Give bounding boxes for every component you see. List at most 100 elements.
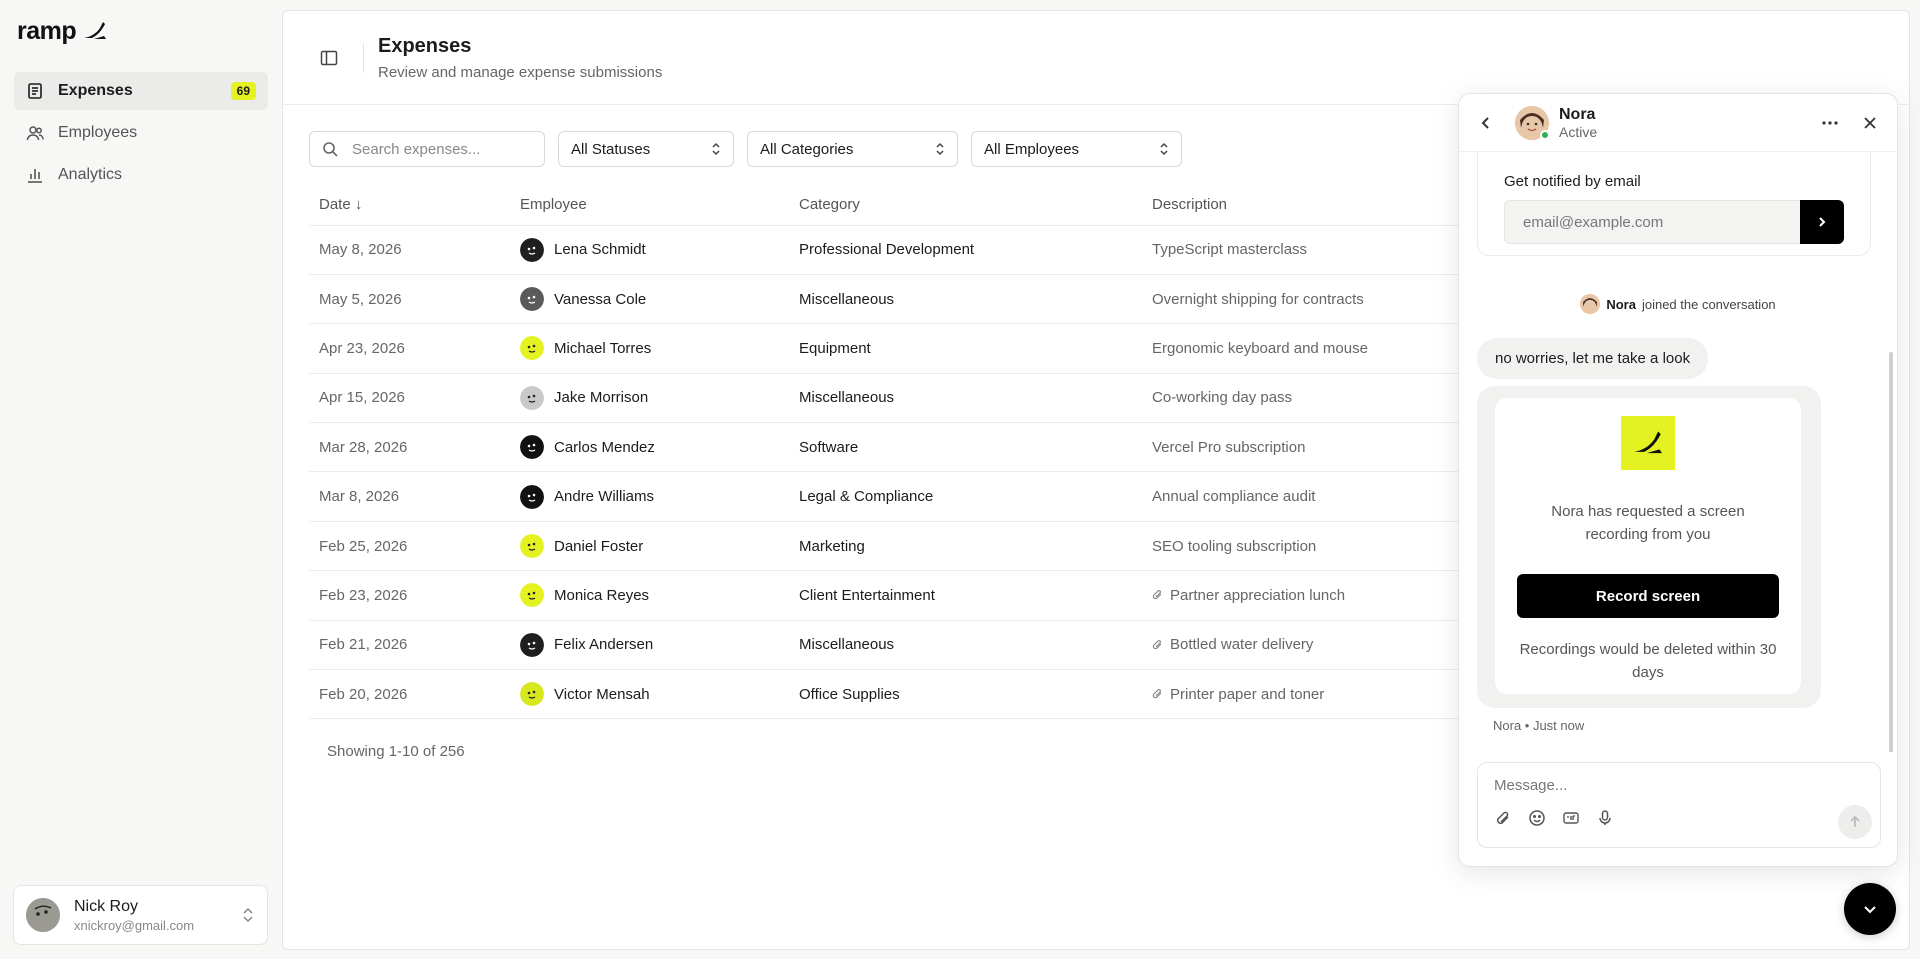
description-text: Vercel Pro subscription — [1152, 438, 1306, 456]
agent-message: no worries, let me take a look — [1477, 338, 1709, 379]
employee-filter-select[interactable]: All Employees — [971, 131, 1182, 167]
users-icon — [26, 126, 44, 141]
search-icon — [323, 142, 338, 157]
agent-avatar — [1515, 105, 1550, 140]
expenses-count-badge: 69 — [230, 82, 256, 100]
search-field[interactable] — [309, 131, 545, 167]
avatar — [520, 385, 544, 410]
cell-date: Feb 25, 2026 — [309, 521, 510, 572]
email-submit-button[interactable] — [1800, 200, 1844, 244]
receipt-icon — [28, 83, 42, 99]
sidebar-item-employees[interactable]: Employees — [14, 114, 268, 152]
sidebar-item-analytics[interactable]: Analytics — [14, 156, 268, 194]
status-filter-select[interactable]: All Statuses — [558, 131, 734, 167]
category-filter-select[interactable]: All Categories — [747, 131, 958, 167]
page-header: Expenses Review and manage expense submi… — [283, 11, 1909, 105]
employee-name: Monica Reyes — [554, 586, 650, 604]
attachment-icon — [1152, 639, 1162, 649]
user-info: Nick Roy xnickroy@gmail.com — [74, 898, 241, 933]
column-header-date[interactable]: Date ↓ — [309, 185, 510, 226]
emoji-icon[interactable] — [1528, 809, 1546, 827]
cell-category: Legal & Compliance — [789, 471, 1142, 522]
sidebar-item-expenses[interactable]: Expenses 69 — [14, 72, 268, 110]
screen-recording-card: Nora has requested a screen recording fr… — [1495, 398, 1801, 694]
description-text: Co-working day pass — [1152, 389, 1293, 407]
cell-date: Feb 23, 2026 — [309, 570, 510, 621]
cell-employee: Daniel Foster — [510, 521, 789, 572]
cell-date: May 5, 2026 — [309, 274, 510, 325]
search-input[interactable] — [352, 140, 522, 158]
cell-category: Office Supplies — [789, 669, 1142, 720]
avatar — [26, 898, 60, 932]
description-text: Annual compliance audit — [1152, 488, 1316, 506]
chat-scrollbar[interactable] — [1889, 352, 1893, 752]
more-options-icon[interactable] — [1821, 114, 1839, 132]
employee-name: Lena Schmidt — [554, 241, 646, 259]
cell-category: Equipment — [789, 323, 1142, 374]
cell-date: Feb 21, 2026 — [309, 620, 510, 671]
attachment-icon — [1152, 689, 1162, 699]
ramp-logo-icon — [1621, 416, 1675, 470]
column-header-employee: Employee — [510, 185, 789, 226]
online-status-dot — [1540, 129, 1550, 140]
employee-filter-value: All Employees — [984, 140, 1080, 158]
record-screen-button[interactable]: Record screen — [1517, 574, 1779, 618]
cell-date: Feb 20, 2026 — [309, 669, 510, 720]
email-field[interactable] — [1504, 200, 1800, 244]
employee-name: Felix Andersen — [554, 636, 654, 654]
chat-messages[interactable]: Get notified by email Nora joined the co… — [1459, 152, 1897, 752]
send-button[interactable] — [1838, 805, 1872, 839]
employee-name: Vanessa Cole — [554, 290, 647, 308]
email-notify-title: Get notified by email — [1504, 173, 1641, 190]
paperclip-icon[interactable] — [1494, 809, 1512, 827]
brand-name: ramp — [17, 16, 77, 45]
page-subtitle: Review and manage expense submissions — [378, 63, 663, 81]
employee-name: Andre Williams — [554, 488, 655, 506]
avatar — [520, 632, 544, 657]
chevron-down-icon — [1864, 906, 1876, 914]
microphone-icon[interactable] — [1596, 809, 1614, 827]
description-text: Overnight shipping for contracts — [1152, 290, 1364, 308]
sidebar-nav: Expenses 69 Employees Analytics — [14, 72, 268, 194]
cell-date: May 8, 2026 — [309, 225, 510, 275]
description-text: SEO tooling subscription — [1152, 537, 1317, 555]
user-email: xnickroy@gmail.com — [74, 917, 195, 933]
status-filter-value: All Statuses — [571, 140, 651, 158]
cell-category: Professional Development — [789, 225, 1142, 275]
employee-name: Carlos Mendez — [554, 438, 655, 456]
attachment-icon — [1152, 590, 1162, 600]
employee-name: Michael Torres — [554, 339, 652, 357]
chat-launcher-button[interactable] — [1844, 883, 1896, 935]
cell-employee: Michael Torres — [510, 323, 789, 374]
description-text: Bottled water delivery — [1170, 636, 1314, 654]
cell-date: Apr 15, 2026 — [309, 373, 510, 424]
description-text: Printer paper and toner — [1170, 685, 1325, 703]
cell-date: Mar 28, 2026 — [309, 422, 510, 473]
user-menu[interactable]: Nick Roy xnickroy@gmail.com — [13, 885, 268, 945]
sidebar-item-label: Analytics — [58, 166, 123, 183]
avatar — [520, 682, 544, 707]
avatar — [520, 435, 544, 460]
avatar — [520, 237, 544, 262]
gif-icon[interactable] — [1562, 809, 1580, 827]
chevron-up-down-icon — [243, 907, 253, 923]
join-notice-name: Nora — [1606, 296, 1636, 312]
cell-category: Miscellaneous — [789, 274, 1142, 325]
employee-name: Jake Morrison — [554, 389, 649, 407]
sidebar-item-label: Expenses — [58, 82, 133, 99]
support-chat-window: Nora Active Get notified by email Nora j… — [1458, 93, 1898, 867]
page-title: Expenses — [378, 34, 472, 57]
ramp-logo[interactable]: ramp — [14, 16, 268, 45]
message-input[interactable] — [1494, 777, 1864, 794]
chevron-up-down-icon — [936, 142, 944, 156]
join-notice-text: joined the conversation — [1641, 296, 1776, 312]
avatar — [520, 484, 544, 509]
close-icon[interactable] — [1861, 114, 1879, 132]
avatar — [520, 336, 544, 361]
employee-name: Victor Mensah — [554, 685, 650, 703]
category-filter-value: All Categories — [760, 140, 854, 158]
recording-request-text: Nora has requested a screen recording fr… — [1551, 503, 1745, 543]
agent-name: Nora — [1559, 105, 1596, 123]
sidebar-toggle-icon[interactable] — [319, 48, 339, 68]
chevron-left-icon[interactable] — [1477, 114, 1495, 132]
